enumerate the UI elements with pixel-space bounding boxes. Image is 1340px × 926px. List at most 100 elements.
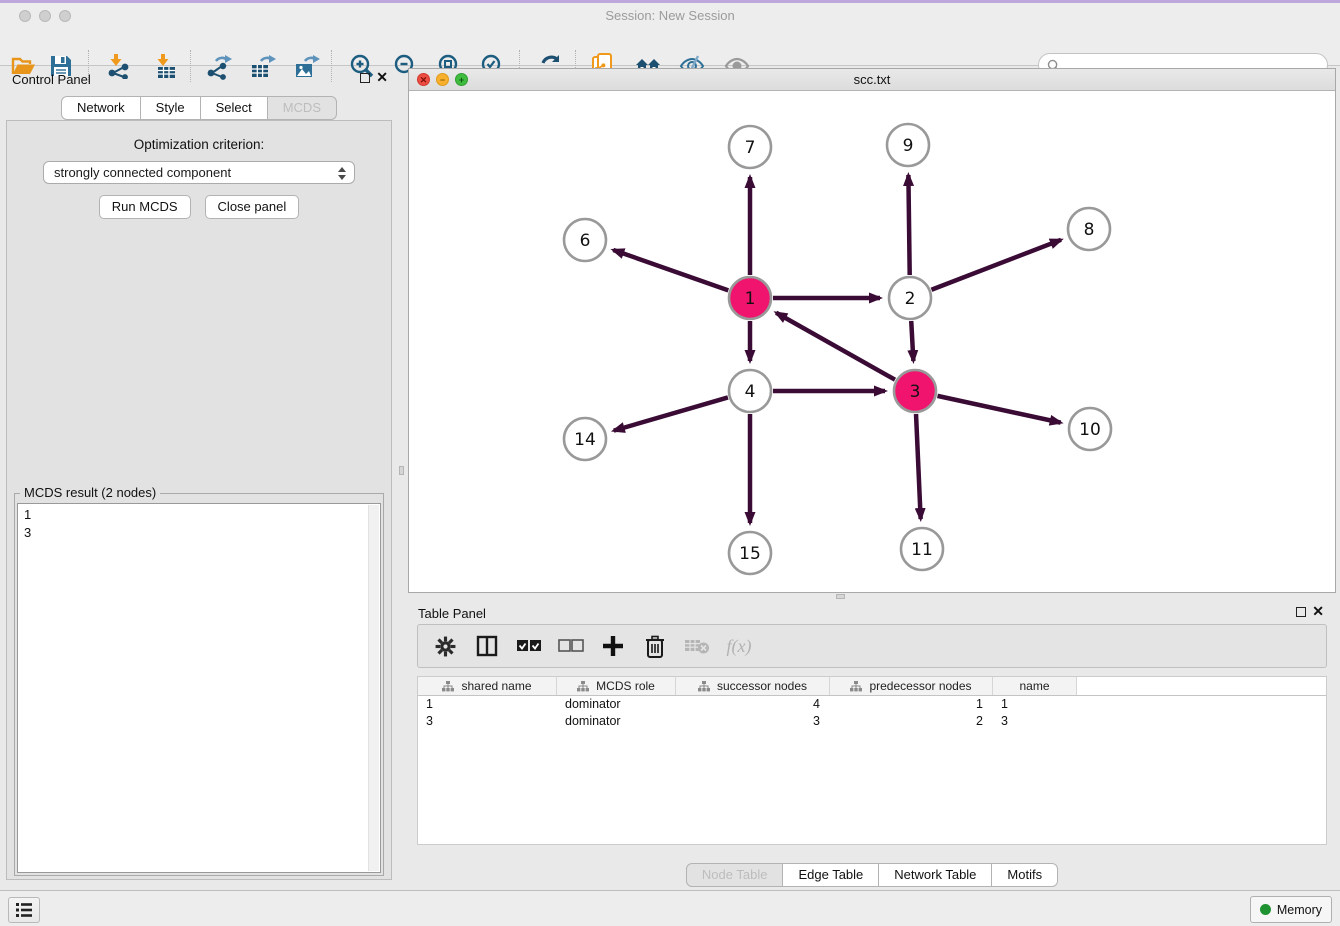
graph-edge-1-6[interactable]: [613, 250, 728, 290]
table-cell: dominator: [557, 696, 676, 713]
table-cell: 1: [993, 696, 1077, 713]
add-column-button[interactable]: [600, 633, 626, 659]
tab-style[interactable]: Style: [140, 96, 201, 120]
network-view-window: ✕ − + scc.txt 1234678910111415: [408, 68, 1336, 593]
graph-node-label: 10: [1079, 420, 1101, 440]
table-panel: Table Panel ✕ f(x): [408, 600, 1336, 889]
column-header-predecessor-nodes[interactable]: predecessor nodes: [830, 677, 993, 695]
graph-node-label: 11: [911, 540, 933, 560]
control-panel: Control Panel ✕ Network Style Select MCD…: [0, 66, 398, 890]
apply-function-button[interactable]: f(x): [726, 633, 752, 659]
table-cell: dominator: [557, 713, 676, 730]
graph-node-label: 1: [745, 289, 756, 309]
float-panel-icon[interactable]: [360, 73, 370, 83]
column-header-mcds-role[interactable]: MCDS role: [557, 677, 676, 695]
tab-edge-table[interactable]: Edge Table: [782, 863, 879, 887]
tab-motifs[interactable]: Motifs: [991, 863, 1058, 887]
network-window-title: scc.txt: [409, 69, 1335, 90]
tree-icon: [442, 681, 454, 692]
table-cell: 2: [830, 713, 993, 730]
app-title: Session: New Session: [0, 8, 1340, 23]
trash-icon: [645, 635, 665, 658]
list-icon: [15, 902, 33, 918]
tab-mcds[interactable]: MCDS: [267, 96, 337, 120]
graph-node-label: 6: [580, 231, 591, 251]
graph-edge-3-10[interactable]: [937, 396, 1060, 423]
result-scrollbar[interactable]: [368, 505, 379, 871]
status-bar: Memory: [0, 890, 1340, 926]
table-cell: 4: [676, 696, 830, 713]
graph-edge-2-8[interactable]: [931, 240, 1061, 290]
plus-icon: [602, 635, 624, 657]
graph-node-label: 14: [574, 430, 596, 450]
tab-node-table[interactable]: Node Table: [686, 863, 784, 887]
table-toolbar: f(x): [417, 624, 1327, 668]
table-cell: 3: [993, 713, 1077, 730]
close-panel-icon[interactable]: ✕: [1312, 604, 1324, 618]
graph-node-label: 4: [745, 382, 756, 402]
mcds-result-values: 1 3: [24, 506, 31, 542]
graph-node-label: 2: [905, 289, 916, 309]
delete-columns-button[interactable]: [642, 633, 668, 659]
fx-icon: f(x): [727, 636, 752, 657]
network-canvas[interactable]: 1234678910111415: [409, 91, 1335, 592]
graph-node-label: 7: [745, 138, 756, 158]
table-row[interactable]: 1dominator411: [418, 696, 1326, 713]
control-panel-title: Control Panel: [12, 72, 91, 87]
graph-edge-4-14[interactable]: [614, 397, 728, 430]
vertical-splitter-handle[interactable]: [399, 466, 404, 475]
main-toolbar: [0, 22, 1340, 66]
graph-edge-2-9[interactable]: [908, 175, 909, 275]
table-row[interactable]: 3dominator323: [418, 713, 1326, 730]
delete-table-button[interactable]: [684, 633, 710, 659]
table-options-button[interactable]: [432, 633, 458, 659]
memory-label: Memory: [1277, 903, 1322, 917]
mcds-result-groupbox: MCDS result (2 nodes) 1 3: [14, 493, 384, 876]
column-header-shared-name[interactable]: shared name: [418, 677, 557, 695]
mcds-panel: Optimization criterion: strongly connect…: [6, 120, 392, 880]
graph-node-label: 3: [910, 382, 921, 402]
network-minimize-button[interactable]: −: [436, 73, 449, 86]
close-panel-button[interactable]: Close panel: [205, 195, 300, 219]
mcds-result-textarea[interactable]: 1 3: [17, 503, 381, 873]
unselect-all-columns-button[interactable]: [558, 633, 584, 659]
column-header-successor-nodes[interactable]: successor nodes: [676, 677, 830, 695]
table-cell: 1: [418, 696, 557, 713]
table-cell: 1: [830, 696, 993, 713]
table-panel-titlebar: Table Panel ✕: [408, 600, 1336, 626]
control-panel-titlebar: Control Panel ✕: [0, 66, 398, 92]
mcds-result-title: MCDS result (2 nodes): [20, 485, 160, 500]
show-column-panel-button[interactable]: [474, 633, 500, 659]
selected-option: strongly connected component: [54, 165, 231, 180]
table-tabstrip: Node Table Edge Table Network Table Moti…: [408, 863, 1336, 887]
float-panel-icon[interactable]: [1296, 607, 1306, 617]
tab-network-table[interactable]: Network Table: [878, 863, 992, 887]
app-titlebar: Session: New Session: [0, 3, 1340, 22]
run-mcds-button[interactable]: Run MCDS: [99, 195, 191, 219]
network-close-button[interactable]: ✕: [417, 73, 430, 86]
network-zoom-button[interactable]: +: [455, 73, 468, 86]
optimization-criterion-label: Optimization criterion:: [7, 137, 391, 152]
unchecked-boxes-icon: [558, 639, 584, 653]
table-panel-title: Table Panel: [418, 606, 486, 621]
graph-edge-2-3[interactable]: [911, 321, 913, 361]
tree-icon: [850, 681, 862, 692]
graph-node-label: 8: [1084, 220, 1095, 240]
memory-button[interactable]: Memory: [1250, 896, 1332, 923]
tree-icon: [698, 681, 710, 692]
select-all-columns-button[interactable]: [516, 633, 542, 659]
close-panel-icon[interactable]: ✕: [376, 70, 388, 84]
tree-icon: [577, 681, 589, 692]
table-cell: 3: [676, 713, 830, 730]
tab-select[interactable]: Select: [200, 96, 268, 120]
checked-boxes-icon: [516, 639, 542, 653]
chevron-up-down-icon: [337, 166, 347, 184]
tab-network[interactable]: Network: [61, 96, 141, 120]
task-history-button[interactable]: [8, 897, 40, 923]
graph-edge-3-11[interactable]: [916, 414, 921, 519]
column-header-name[interactable]: name: [993, 677, 1077, 695]
graph-edge-3-1[interactable]: [776, 313, 895, 380]
table-cell: 3: [418, 713, 557, 730]
optimization-criterion-select[interactable]: strongly connected component: [43, 161, 355, 184]
horizontal-splitter-handle[interactable]: [836, 594, 845, 599]
